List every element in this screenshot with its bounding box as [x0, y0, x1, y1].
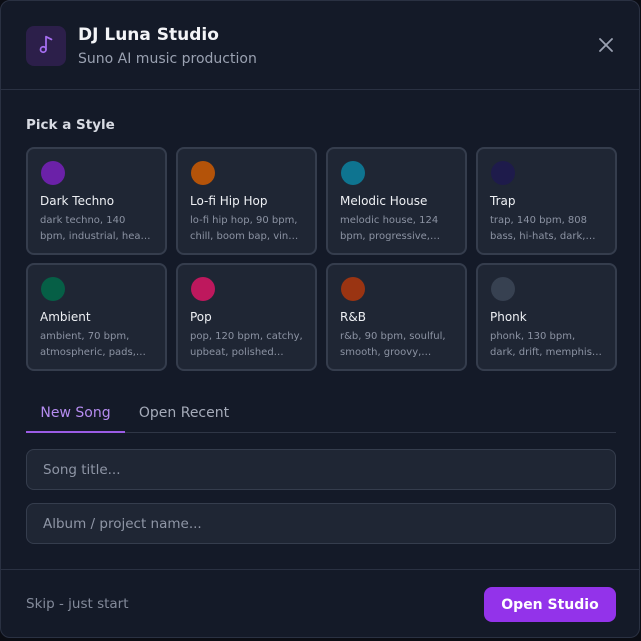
style-name: Ambient [40, 310, 91, 324]
style-description: phonk, 130 bpm, dark, drift, memphis rap… [490, 331, 592, 358]
dialog-title: DJ Luna Studio [78, 25, 219, 45]
style-color-swatch [41, 277, 65, 301]
style-description: lo-fi hip hop, 90 bpm, chill, boom bap, … [190, 215, 298, 242]
style-description: trap, 140 bpm, 808 bass, hi-hats, dark, … [490, 215, 588, 242]
style-card[interactable]: Phonk phonk, 130 bpm, dark, drift, memphi… [476, 263, 617, 371]
style-name: Lo-fi Hip Hop [190, 194, 268, 208]
tab-bar: New Song Open Recent [26, 397, 616, 433]
style-name: Melodic House [340, 194, 428, 208]
style-description: ambient, 70 bpm, atmospheric, pads, ethe… [40, 331, 136, 358]
style-color-swatch [491, 277, 515, 301]
style-color-swatch [341, 277, 365, 301]
style-name: Dark Techno [40, 194, 115, 208]
new-project-dialog: DJ Luna Studio Suno AI music production … [0, 0, 640, 638]
style-description: melodic house, 124 bpm, progressive, emo… [340, 215, 439, 242]
style-card[interactable]: R&B r&b, 90 bpm, soulful, smooth, groovy,… [326, 263, 467, 371]
open-studio-button[interactable]: Open Studio [484, 587, 616, 622]
style-name: Phonk [490, 310, 527, 324]
style-color-swatch [191, 161, 215, 185]
tab-open-recent[interactable]: Open Recent [136, 397, 232, 433]
app-logo [26, 26, 66, 66]
style-card[interactable]: Ambient ambient, 70 bpm, atmospheric, pad… [26, 263, 167, 371]
close-icon [599, 37, 613, 56]
style-name: Pop [190, 310, 212, 324]
style-description: dark techno, 140 bpm, industrial, heavy … [40, 215, 153, 242]
style-card[interactable]: Pop pop, 120 bpm, catchy, upbeat, polishe… [176, 263, 317, 371]
song-title-input[interactable] [26, 449, 616, 490]
style-color-swatch [491, 161, 515, 185]
style-section-label: Pick a Style [26, 117, 115, 133]
close-button[interactable] [595, 35, 617, 57]
dialog-header: DJ Luna Studio Suno AI music production [1, 1, 639, 90]
dialog-subtitle: Suno AI music production [78, 51, 257, 67]
style-grid: Dark Techno dark techno, 140 bpm, industr… [26, 147, 617, 371]
album-name-input[interactable] [26, 503, 616, 544]
music-note-icon [35, 33, 57, 59]
style-card[interactable]: Melodic House melodic house, 124 bpm, pro… [326, 147, 467, 255]
style-description: pop, 120 bpm, catchy, upbeat, polished p… [190, 331, 303, 358]
skip-link[interactable]: Skip - just start [26, 596, 129, 612]
tab-new-song[interactable]: New Song [26, 397, 125, 433]
style-name: Trap [490, 194, 516, 208]
style-card[interactable]: Trap trap, 140 bpm, 808 bass, hi-hats, da… [476, 147, 617, 255]
style-card[interactable]: Lo-fi Hip Hop lo-fi hip hop, 90 bpm, chil… [176, 147, 317, 255]
style-card[interactable]: Dark Techno dark techno, 140 bpm, industr… [26, 147, 167, 255]
dialog-footer: Skip - just start Open Studio [1, 569, 639, 637]
style-color-swatch [341, 161, 365, 185]
style-color-swatch [191, 277, 215, 301]
style-name: R&B [340, 310, 366, 324]
style-color-swatch [41, 161, 65, 185]
style-description: r&b, 90 bpm, soulful, smooth, groovy, se… [340, 331, 446, 358]
